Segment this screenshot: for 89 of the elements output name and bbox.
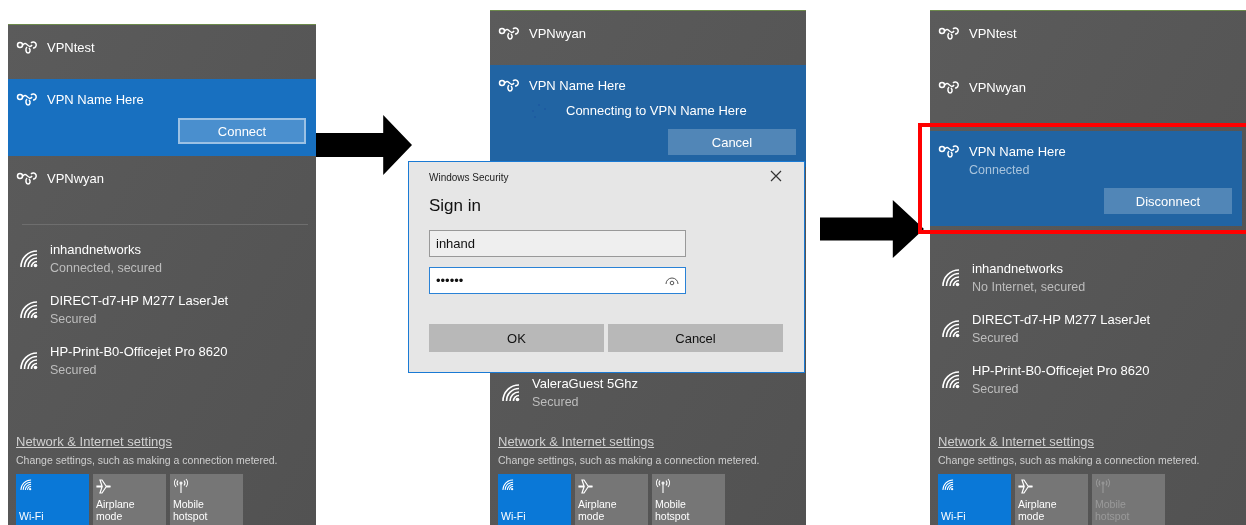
wifi-network-item[interactable]: DIRECT-d7-HP M277 LaserJet Secured — [8, 284, 316, 335]
vpn-icon — [498, 77, 520, 93]
quick-action-tile[interactable]: Airplane mode — [575, 474, 648, 525]
wifi-network-item[interactable]: DIRECT-d7-HP M277 LaserJet Secured — [930, 303, 1246, 354]
quick-action-tile[interactable]: Wi-Fi — [16, 474, 89, 525]
settings-link[interactable]: Network & Internet settings — [938, 434, 1095, 449]
connecting-message: Connecting to VPN Name Here — [566, 102, 747, 119]
wifi-icon — [18, 298, 40, 321]
dialog-title: Windows Security — [429, 171, 509, 183]
vpn-name: VPNtest — [47, 39, 95, 56]
vpn-item[interactable]: VPNwyan — [930, 65, 1246, 119]
network-status: Connected, secured — [50, 260, 162, 276]
wifi-icon — [941, 478, 955, 492]
username-field[interactable]: inhand — [429, 230, 686, 257]
reveal-password-icon[interactable] — [665, 276, 679, 286]
vpn-icon — [16, 91, 38, 107]
hotspot-icon — [655, 478, 671, 494]
settings-hint: Change settings, such as making a connection metered. — [498, 454, 761, 466]
quick-action-tile[interactable]: Wi-Fi — [938, 474, 1011, 525]
network-status: Secured — [532, 394, 580, 410]
quick-action-tile[interactable]: Mobile hotspot — [652, 474, 725, 525]
close-icon — [770, 170, 782, 182]
vpn-name: VPNwyan — [529, 25, 587, 42]
vpn-action-button[interactable]: Cancel — [668, 129, 796, 155]
airplane-icon — [578, 478, 594, 494]
network-name: HP-Print-B0-Officejet Pro 8620 — [972, 362, 1150, 379]
wifi-icon — [940, 317, 962, 340]
network-name: inhandnetworks — [972, 260, 1065, 277]
vpn-name: VPNwyan — [969, 79, 1027, 96]
airplane-icon — [96, 478, 112, 494]
selected-vpn-item[interactable]: VPN Name Here Connect — [8, 79, 316, 156]
vpn-action-button[interactable]: Disconnect — [1104, 188, 1232, 214]
dialog-button[interactable]: Cancel — [608, 324, 783, 352]
wifi-icon — [500, 381, 522, 404]
network-status: No Internet, secured — [972, 279, 1086, 295]
wifi-network-item[interactable]: HP-Print-B0-Officejet Pro 8620 Secured — [930, 354, 1246, 405]
vpn-item[interactable]: VPNtest — [8, 25, 316, 79]
vpn-item[interactable]: VPNwyan — [8, 156, 316, 210]
close-button[interactable] — [770, 170, 784, 184]
password-field[interactable]: •••••• — [429, 267, 686, 294]
settings-hint: Change settings, such as making a connection metered. — [16, 454, 279, 466]
network-name: HP-Print-B0-Officejet Pro 8620 — [50, 343, 228, 360]
vpn-icon — [938, 25, 960, 41]
quick-action-tile[interactable]: Airplane mode — [1015, 474, 1088, 525]
wifi-icon — [19, 478, 33, 492]
dialog-heading: Sign in — [429, 196, 482, 216]
network-name: DIRECT-d7-HP M277 LaserJet — [972, 311, 1151, 328]
vpn-icon — [16, 170, 38, 186]
wifi-icon — [940, 368, 962, 391]
wifi-icon — [18, 349, 40, 372]
selected-vpn-item[interactable]: VPN Name Here Connected Disconnect — [930, 131, 1242, 226]
quick-action-tile[interactable]: Airplane mode — [93, 474, 166, 525]
vpn-item[interactable]: VPNtest — [930, 11, 1246, 65]
vpn-action-button[interactable]: Connect — [178, 118, 306, 144]
vpn-name: VPNwyan — [47, 170, 105, 187]
network-status: Secured — [972, 381, 1020, 397]
vpn-item[interactable]: VPNwyan — [490, 11, 806, 65]
network-name: DIRECT-d7-HP M277 LaserJet — [50, 292, 229, 309]
network-name: inhandnetworks — [50, 241, 143, 258]
wifi-network-item[interactable]: inhandnetworks Connected, secured — [8, 233, 316, 284]
network-status: Secured — [50, 362, 98, 378]
dialog-button[interactable]: OK — [429, 324, 604, 352]
settings-link[interactable]: Network & Internet settings — [498, 434, 655, 449]
hotspot-icon — [1095, 478, 1111, 494]
wifi-icon — [940, 266, 962, 289]
vpn-name: VPN Name Here — [529, 77, 626, 94]
quick-action-tile[interactable]: Mobile hotspot — [170, 474, 243, 525]
vpn-icon — [498, 25, 520, 41]
vpn-icon — [938, 79, 960, 95]
vpn-icon — [938, 143, 960, 159]
network-status: Secured — [972, 330, 1020, 346]
selected-vpn-item[interactable]: VPN Name Here Connecting to VPN Name Here Cancel — [490, 65, 806, 167]
vpn-name: VPNtest — [969, 25, 1017, 42]
vpn-icon — [16, 39, 38, 55]
settings-hint: Change settings, such as making a connection metered. — [938, 454, 1201, 466]
wifi-icon — [18, 247, 40, 270]
network-name: ValeraGuest 5Ghz — [532, 375, 638, 392]
wifi-network-item[interactable]: inhandnetworks No Internet, secured — [930, 252, 1246, 303]
wifi-network-item[interactable]: HP-Print-B0-Officejet Pro 8620 Secured — [8, 335, 316, 386]
vpn-status: Connected — [969, 162, 1031, 178]
vpn-name: VPN Name Here — [47, 91, 144, 108]
wifi-network-item[interactable]: ValeraGuest 5Ghz Secured — [490, 367, 806, 418]
network-status: Secured — [50, 311, 98, 327]
hotspot-icon — [173, 478, 189, 494]
quick-action-tile[interactable]: Wi-Fi — [498, 474, 571, 525]
vpn-name: VPN Name Here — [969, 143, 1066, 160]
wifi-icon — [501, 478, 515, 492]
settings-link[interactable]: Network & Internet settings — [16, 434, 173, 449]
airplane-icon — [1018, 478, 1034, 494]
